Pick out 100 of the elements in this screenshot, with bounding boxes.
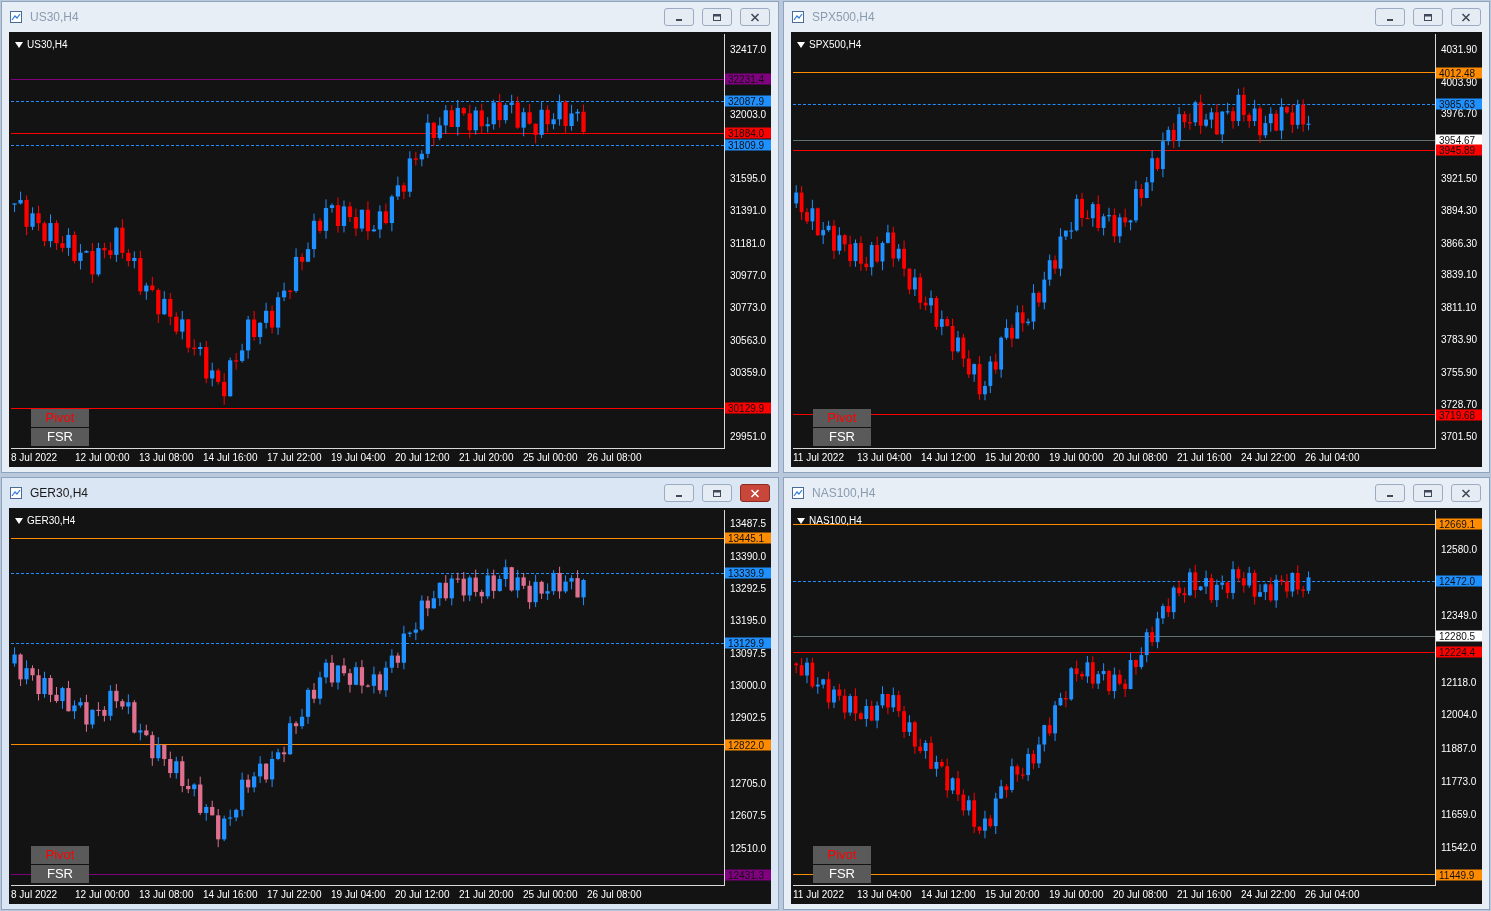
price-tag: 12669.1 xyxy=(1436,518,1482,530)
price-tag: 12822.0 xyxy=(725,739,771,751)
axis-tick-label: 29951.0 xyxy=(729,431,767,442)
axis-tick-label: 12705.0 xyxy=(729,778,767,789)
time-axis-label: 25 Jul 00:00 xyxy=(523,452,578,464)
price-tag: 13339.9 xyxy=(725,567,771,579)
axis-tick-label: 3811.10 xyxy=(1440,303,1477,314)
axis-tick-label: 3866.30 xyxy=(1440,238,1478,249)
time-axis-label: 13 Jul 04:00 xyxy=(857,452,912,464)
axis-tick-label: 3839.10 xyxy=(1440,270,1478,281)
time-axis-label: 25 Jul 00:00 xyxy=(523,889,578,901)
axis-tick-label: 13000.0 xyxy=(729,681,767,692)
axis-tick-label: 3701.50 xyxy=(1440,431,1478,442)
time-axis-label: 21 Jul 16:00 xyxy=(1177,889,1232,901)
axis-tick-label: 11887.0 xyxy=(1440,744,1477,755)
axis-tick-label: 12580.0 xyxy=(1440,544,1478,555)
time-axis-label: 13 Jul 04:00 xyxy=(857,889,912,901)
price-tag: 3985.63 xyxy=(1436,98,1482,110)
time-axis-label: 21 Jul 20:00 xyxy=(459,889,514,901)
axis-tick-label: 3783.90 xyxy=(1440,335,1478,346)
time-axis-label: 26 Jul 04:00 xyxy=(1305,889,1360,901)
price-tag: 13129.9 xyxy=(725,637,771,649)
time-axis-label: 17 Jul 22:00 xyxy=(267,889,322,901)
price-tag: 11449.9 xyxy=(1436,869,1482,881)
price-tag: 13445.1 xyxy=(725,532,771,544)
time-axis-label: 20 Jul 12:00 xyxy=(395,889,450,901)
axis-tick-label: 12510.0 xyxy=(729,843,767,854)
axis-tick-label: 13487.5 xyxy=(729,519,767,530)
axis-tick-label: 13292.5 xyxy=(729,584,767,594)
window-title: US30,H4 xyxy=(30,9,79,26)
price-tag: 3719.68 xyxy=(1436,409,1482,421)
price-tag: 12280.5 xyxy=(1436,630,1482,642)
time-axis-label: 15 Jul 20:00 xyxy=(985,889,1040,901)
indicator-button[interactable]: FSR xyxy=(813,428,871,446)
axis-tick-label: 30563.0 xyxy=(729,335,767,346)
axis-tick-label: 30773.0 xyxy=(729,302,767,313)
axis-tick-label: 31181.0 xyxy=(729,238,766,249)
time-axis-label: 14 Jul 16:00 xyxy=(203,889,258,901)
axis-tick-label: 3728.70 xyxy=(1440,399,1478,410)
axis-tick-label: 32417.0 xyxy=(729,44,767,55)
time-axis-label: 26 Jul 04:00 xyxy=(1305,452,1360,464)
indicator-button[interactable]: FSR xyxy=(31,428,89,446)
axis-tick-label: 3755.90 xyxy=(1440,367,1478,378)
chart-symbol-label: SPX500,H4 xyxy=(809,38,862,52)
time-axis-label: 20 Jul 12:00 xyxy=(395,452,450,464)
axis-tick-label: 4003.90 xyxy=(1441,77,1478,88)
time-axis-label: 13 Jul 08:00 xyxy=(139,452,194,464)
price-tag: 30129.9 xyxy=(725,403,771,414)
chart-symbol-label: US30,H4 xyxy=(27,38,68,52)
price-tag: 3945.89 xyxy=(1436,144,1482,156)
axis-tick-label: 12118.0 xyxy=(1440,677,1477,688)
time-axis-label: 17 Jul 22:00 xyxy=(267,452,322,464)
time-axis-label: 26 Jul 08:00 xyxy=(587,452,642,464)
time-axis-label: 19 Jul 04:00 xyxy=(331,452,386,464)
time-axis-label: 24 Jul 22:00 xyxy=(1241,452,1296,464)
axis-tick-label: 31595.0 xyxy=(729,173,767,184)
price-tag: 12472.0 xyxy=(1436,575,1482,587)
time-axis-label: 24 Jul 22:00 xyxy=(1241,889,1296,901)
price-tag: 12431.3 xyxy=(725,869,771,881)
time-axis-label: 14 Jul 12:00 xyxy=(921,452,976,464)
time-axis-label: 15 Jul 20:00 xyxy=(985,452,1040,464)
window-title: NAS100,H4 xyxy=(812,485,876,502)
axis-tick-label: 3921.50 xyxy=(1440,174,1478,184)
time-axis-label: 11 Jul 2022 xyxy=(793,889,844,901)
axis-tick-label: 4031.90 xyxy=(1440,44,1478,55)
time-axis-label: 20 Jul 08:00 xyxy=(1113,452,1168,464)
indicator-button[interactable]: FSR xyxy=(813,865,871,883)
axis-tick-label: 32003.0 xyxy=(729,109,767,120)
price-tag: 4012.48 xyxy=(1436,67,1482,78)
axis-tick-label: 31391.0 xyxy=(729,205,767,216)
time-axis-label: 12 Jul 00:00 xyxy=(75,452,130,464)
price-tag: 3954.67 xyxy=(1436,134,1482,146)
indicator-button[interactable]: FSR xyxy=(31,865,89,883)
price-tag: 31884.0 xyxy=(725,127,771,139)
axis-tick-label: 12349.0 xyxy=(1440,611,1478,622)
price-tag: 32231.4 xyxy=(725,73,771,85)
axis-tick-label: 11773.0 xyxy=(1440,776,1477,787)
time-axis-label: 13 Jul 08:00 xyxy=(139,889,194,901)
time-axis-label: 26 Jul 08:00 xyxy=(587,889,642,901)
price-tag: 32087.9 xyxy=(725,95,771,107)
chart-symbol-label: GER30,H4 xyxy=(27,514,76,528)
time-axis-label: 8 Jul 2022 xyxy=(11,889,58,901)
axis-tick-label: 3976.70 xyxy=(1440,109,1478,120)
axis-tick-label: 12607.5 xyxy=(729,811,767,822)
axis-tick-label: 30977.0 xyxy=(729,270,767,281)
window-title: GER30,H4 xyxy=(30,485,89,502)
axis-tick-label: 3894.30 xyxy=(1440,205,1478,216)
time-axis-label: 19 Jul 00:00 xyxy=(1049,452,1104,464)
axis-tick-label: 13195.0 xyxy=(729,616,767,627)
time-axis-label: 8 Jul 2022 xyxy=(11,452,58,464)
price-tag: 31809.9 xyxy=(725,139,771,151)
time-axis-label: 21 Jul 20:00 xyxy=(459,452,514,464)
time-axis-label: 19 Jul 04:00 xyxy=(331,889,386,901)
time-axis-label: 14 Jul 12:00 xyxy=(921,889,976,901)
axis-tick-label: 12902.5 xyxy=(729,713,767,724)
axis-tick-label: 30359.0 xyxy=(729,367,767,378)
window-title: SPX500,H4 xyxy=(812,9,875,26)
time-axis-label: 21 Jul 16:00 xyxy=(1177,452,1232,464)
axis-tick-label: 11659.0 xyxy=(1440,809,1477,820)
time-axis-label: 20 Jul 08:00 xyxy=(1113,889,1168,901)
